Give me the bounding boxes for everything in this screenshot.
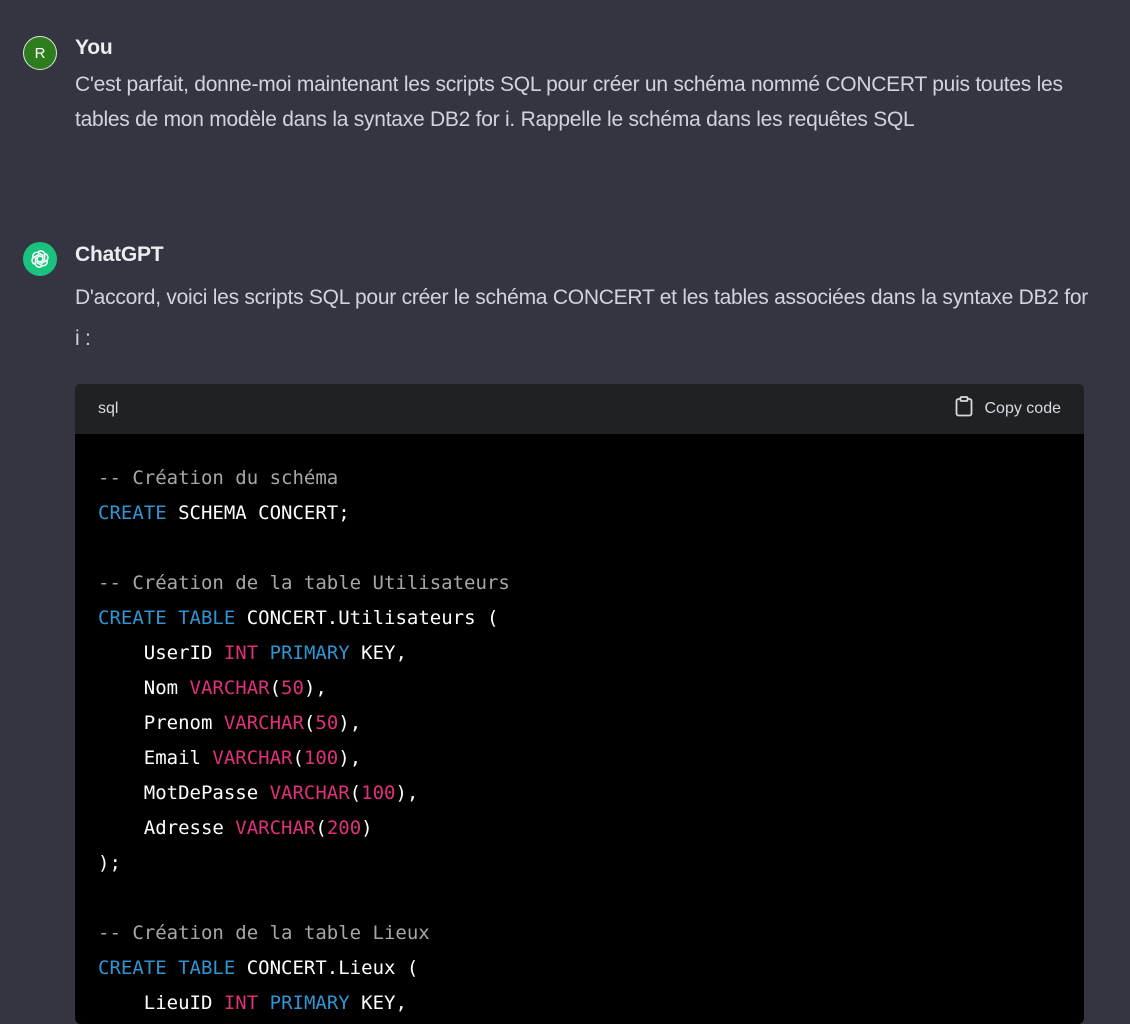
code-token: -- Création de la table Lieux: [98, 922, 430, 944]
code-token: INT: [223, 642, 259, 664]
code-line: UserID INT PRIMARY KEY,: [98, 636, 1084, 671]
code-token: 100: [361, 782, 396, 804]
code-token: (: [269, 677, 282, 699]
code-token: ),: [338, 747, 362, 769]
code-token: SCHEMA CONCERT;: [166, 502, 350, 524]
code-block-header: sql Copy code: [75, 384, 1084, 434]
code-token: 50: [281, 677, 304, 699]
code-line: );: [98, 846, 1084, 881]
clipboard-icon: [955, 396, 973, 422]
copy-code-label: Copy code: [984, 400, 1062, 417]
code-line: -- Création du schéma: [98, 461, 1084, 496]
assistant-author-name: ChatGPT: [75, 243, 164, 266]
openai-logo-icon: [23, 242, 57, 276]
code-token: (: [315, 817, 327, 839]
code-token: PRIMARY: [269, 992, 350, 1014]
code-token: KEY,: [349, 992, 407, 1014]
user-avatar: R: [23, 36, 57, 70]
code-token: TABLE: [178, 607, 236, 629]
code-token: (: [349, 782, 362, 804]
code-token: MotDePasse: [98, 782, 270, 804]
code-token: 100: [303, 747, 339, 769]
code-content: -- Création du schéma CREATE SCHEMA CONCE…: [75, 434, 1084, 1021]
code-token: KEY,: [349, 642, 407, 664]
code-token: 200: [326, 817, 362, 839]
user-avatar-letter: R: [34, 44, 46, 62]
code-token: VARCHAR: [235, 817, 316, 839]
code-token: CREATE: [98, 502, 167, 524]
code-token: UserID: [98, 642, 224, 664]
code-line: CREATE TABLE CONCERT.Lieux (: [98, 951, 1084, 986]
code-token: VARCHAR: [212, 747, 293, 769]
code-token: -- Création du schéma: [98, 467, 339, 489]
code-token: Prenom: [98, 712, 224, 734]
code-token: Nom: [98, 677, 190, 699]
user-author-name: You: [75, 36, 113, 59]
code-line: -- Création de la table Utilisateurs: [98, 566, 1084, 601]
code-token: ): [361, 817, 373, 839]
code-line: Prenom VARCHAR(50),: [98, 706, 1084, 741]
code-token: Email: [98, 747, 213, 769]
code-token: CREATE: [98, 957, 167, 979]
code-token: CREATE: [98, 607, 167, 629]
code-token: CONCERT.Lieux (: [235, 957, 419, 979]
code-token: LieuID: [98, 992, 224, 1014]
code-language-label: sql: [98, 400, 119, 417]
code-token: CONCERT.Utilisateurs (: [235, 607, 499, 629]
code-token: ),: [395, 782, 419, 804]
code-token: VARCHAR: [223, 712, 304, 734]
code-line: -- Création de la table Lieux: [98, 916, 1084, 951]
code-token: VARCHAR: [189, 677, 270, 699]
code-token: 50: [315, 712, 339, 734]
code-token: (: [303, 712, 316, 734]
code-token: PRIMARY: [269, 642, 350, 664]
code-line: Nom VARCHAR(50),: [98, 671, 1084, 706]
code-token: -- Création de la table Utilisateurs: [98, 572, 510, 594]
code-token: TABLE: [178, 957, 236, 979]
code-token: ),: [303, 677, 327, 699]
code-block: sql Copy code -- Création du schéma CREAT…: [75, 384, 1084, 1024]
code-line: CREATE TABLE CONCERT.Utilisateurs (: [98, 601, 1084, 636]
user-message-text: C'est parfait, donne-moi maintenant les …: [75, 73, 1063, 131]
code-token: );: [98, 852, 121, 874]
copy-code-button[interactable]: Copy code: [955, 396, 1062, 422]
code-token: VARCHAR: [269, 782, 350, 804]
code-line: CREATE SCHEMA CONCERT;: [98, 496, 1084, 531]
code-token: ),: [338, 712, 362, 734]
assistant-message-text: D'accord, voici les scripts SQL pour cré…: [75, 286, 1089, 350]
code-line: MotDePasse VARCHAR(100),: [98, 776, 1084, 811]
code-line: Adresse VARCHAR(200): [98, 811, 1084, 846]
code-token: INT: [223, 992, 259, 1014]
code-token: Adresse: [98, 817, 236, 839]
code-token: (: [292, 747, 304, 769]
code-line: Email VARCHAR(100),: [98, 741, 1084, 776]
code-line: LieuID INT PRIMARY KEY,: [98, 986, 1084, 1021]
